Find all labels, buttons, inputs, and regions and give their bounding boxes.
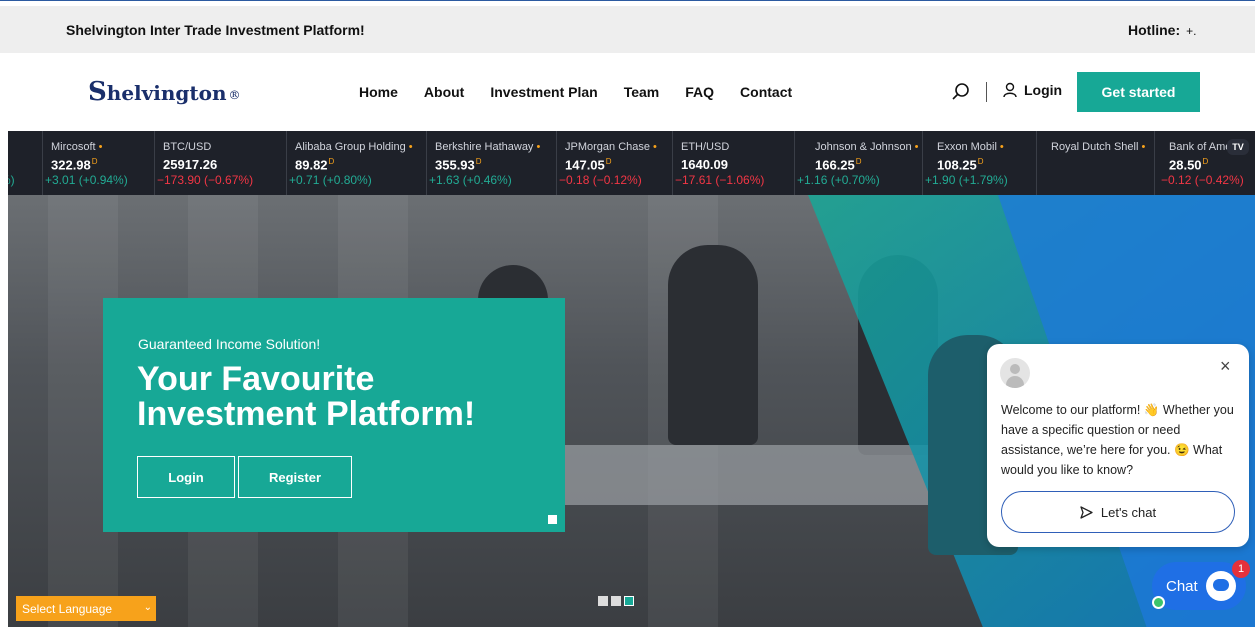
- chevron-down-icon: ⌄: [143, 602, 152, 613]
- ticker-item[interactable]: Alibaba Group Holding • 89.82D +0.71 (+0.…: [286, 131, 426, 195]
- agent-avatar: [1000, 358, 1030, 388]
- search-icon[interactable]: [951, 82, 971, 102]
- hotline-label: Hotline:: [1128, 22, 1181, 38]
- ticker-item[interactable]: BTC/USD 25917.26 −173.90 (−0.67%): [154, 131, 286, 195]
- lets-chat-label: Let's chat: [1100, 504, 1157, 520]
- chat-popup: × Welcome to our platform! 👋 Whether you…: [987, 344, 1249, 547]
- ticker-item[interactable]: Johnson & Johnson • 166.25D +1.16 (+0.70%…: [794, 131, 922, 195]
- ticker-price: 25917.26: [163, 157, 218, 172]
- ticker-name: Royal Dutch Shell •: [1051, 141, 1146, 153]
- close-icon[interactable]: ×: [1220, 356, 1231, 377]
- ticker-name: Alibaba Group Holding •: [295, 141, 413, 153]
- header-login-label: Login: [1024, 82, 1063, 98]
- hero-register-button[interactable]: Register: [238, 456, 352, 498]
- ticker-item[interactable]: Royal Dutch Shell •: [1036, 131, 1154, 195]
- nav-contact[interactable]: Contact: [740, 84, 792, 100]
- top-bar: Shelvington Inter Trade Investment Platf…: [0, 6, 1255, 53]
- main-header: Shelvington ® Home About Investment Plan …: [0, 53, 1255, 131]
- language-select[interactable]: Select Language ⌄: [16, 596, 156, 621]
- ticker-name: ETH/USD: [681, 141, 730, 153]
- hero-card: Guaranteed Income Solution! Your Favouri…: [103, 298, 565, 532]
- ticker-change: −0.18 (−0.12%): [559, 173, 642, 187]
- nav-investment-plan[interactable]: Investment Plan: [490, 84, 597, 100]
- ticker-price: 28.50D: [1169, 157, 1209, 173]
- hero-eyebrow: Guaranteed Income Solution!: [138, 336, 321, 352]
- slider-dot[interactable]: [611, 596, 621, 606]
- ticker-price: 355.93D: [435, 157, 482, 173]
- ticker-change: +1.90 (+1.79%): [925, 173, 1008, 187]
- ticker-price: 89.82D: [295, 157, 335, 173]
- ticker-change: +3.01 (+0.94%): [45, 173, 128, 187]
- nav-about[interactable]: About: [424, 84, 464, 100]
- ticker-price: 1640.09: [681, 157, 728, 172]
- ticker-name: Johnson & Johnson •: [815, 141, 919, 153]
- get-started-button[interactable]: Get started: [1077, 72, 1200, 112]
- ticker-tape: %) Mircosoft• 322.98D +3.01 (+0.94%) BTC…: [8, 131, 1255, 195]
- lets-chat-button[interactable]: Let's chat: [1001, 491, 1235, 533]
- ticker-name: BTC/USD: [163, 141, 212, 153]
- ticker-item[interactable]: Exxon Mobil • 108.25D +1.90 (+1.79%): [922, 131, 1036, 195]
- nav-team[interactable]: Team: [624, 84, 660, 100]
- tradingview-logo-icon[interactable]: TV: [1227, 139, 1249, 155]
- hero-table: [518, 445, 958, 505]
- ticker-change: +0.71 (+0.80%): [289, 173, 372, 187]
- online-status-icon: [1152, 596, 1165, 609]
- ticker-item[interactable]: Mircosoft • 322.98D +3.01 (+0.94%): [42, 131, 154, 195]
- nav-faq[interactable]: FAQ: [685, 84, 714, 100]
- ticker-item[interactable]: %): [8, 131, 42, 195]
- ticker-name: Berkshire Hathaway •: [435, 141, 541, 153]
- hero-title: Your Favourite Investment Platform!: [137, 360, 476, 433]
- ticker-change: %): [8, 173, 15, 187]
- ticker-item[interactable]: Berkshire Hathaway • 355.93D +1.63 (+0.46…: [426, 131, 556, 195]
- ticker-name: Mircosoft •: [51, 141, 103, 153]
- nav-home[interactable]: Home: [359, 84, 398, 100]
- slider-dot[interactable]: [598, 596, 608, 606]
- main-nav: Home About Investment Plan Team FAQ Cont…: [359, 84, 818, 100]
- ticker-name: Exxon Mobil •: [937, 141, 1004, 153]
- site-tagline: Shelvington Inter Trade Investment Platf…: [66, 22, 365, 38]
- user-icon: [1003, 82, 1017, 98]
- hotline-number[interactable]: +.: [1186, 24, 1196, 38]
- header-login-link[interactable]: Login: [1002, 82, 1062, 98]
- hero-login-button[interactable]: Login: [137, 456, 235, 498]
- unread-badge: 1: [1232, 560, 1250, 578]
- hero-card-corner: [548, 515, 557, 524]
- ticker-change: −173.90 (−0.67%): [157, 173, 254, 187]
- send-icon: [1080, 505, 1093, 519]
- ticker-item[interactable]: JPMorgan Chase • 147.05D −0.18 (−0.12%): [556, 131, 672, 195]
- slider-dot-active[interactable]: [624, 596, 634, 606]
- chat-bubble-icon: [1206, 571, 1236, 601]
- ticker-name: Bank of Amer: [1169, 141, 1236, 153]
- chat-welcome-message: Welcome to our platform! 👋 Whether you h…: [1001, 403, 1234, 477]
- ticker-price: 166.25D: [815, 157, 862, 173]
- ticker-item[interactable]: ETH/USD 1640.09 −17.61 (−1.06%): [672, 131, 794, 195]
- hero-person: [668, 245, 758, 445]
- header-divider: [986, 82, 987, 102]
- ticker-change: −17.61 (−1.06%): [675, 173, 765, 187]
- site-logo[interactable]: Shelvington ®: [88, 77, 241, 107]
- language-select-value: Select Language: [22, 601, 113, 616]
- ticker-price: 322.98D: [51, 157, 98, 173]
- ticker-change: +1.16 (+0.70%): [797, 173, 880, 187]
- ticker-price: 147.05D: [565, 157, 612, 173]
- chat-launcher-button[interactable]: Chat 1: [1152, 560, 1250, 610]
- ticker-change: −0.12 (−0.42%): [1161, 173, 1244, 187]
- ticker-price: 108.25D: [937, 157, 984, 173]
- ticker-name: JPMorgan Chase •: [565, 141, 657, 153]
- hotline: Hotline: +.: [1128, 22, 1196, 38]
- ticker-change: +1.63 (+0.46%): [429, 173, 512, 187]
- chat-launcher-label: Chat: [1166, 577, 1198, 595]
- slider-dots: [598, 596, 634, 606]
